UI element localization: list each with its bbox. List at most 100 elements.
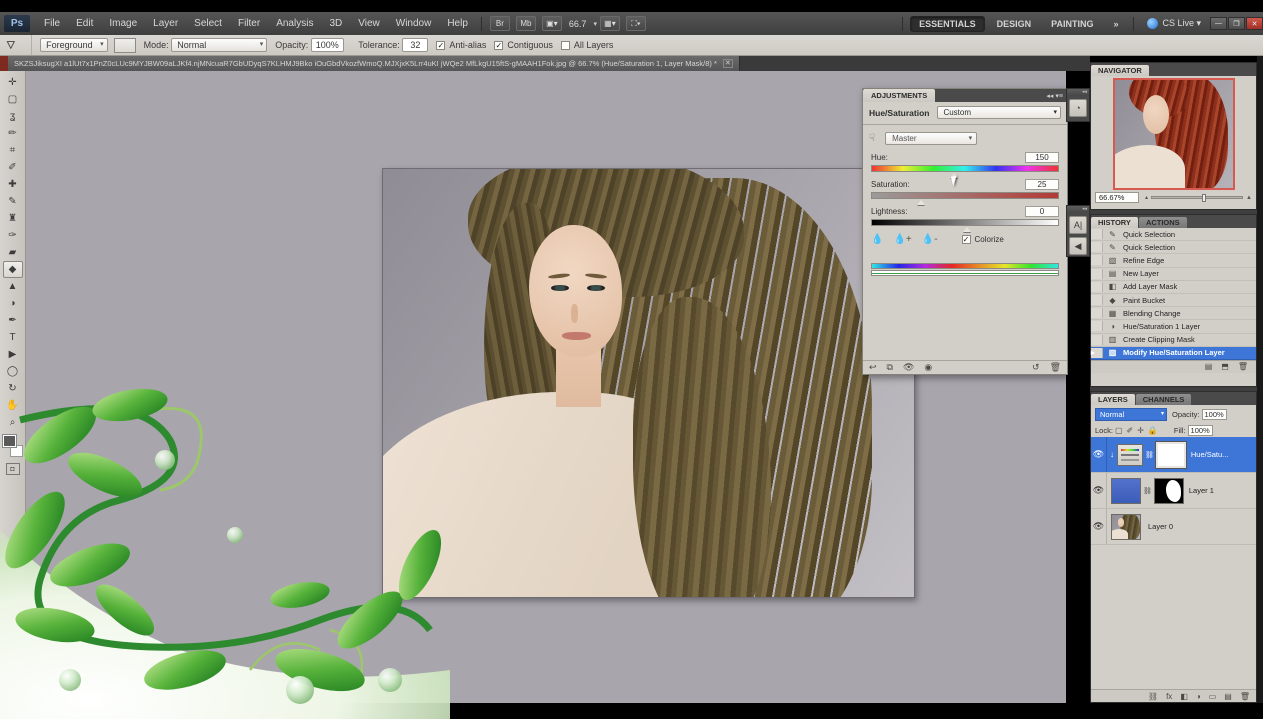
- lock-pixels-icon[interactable]: ✐: [1127, 426, 1134, 435]
- notes-panel-icon[interactable]: ◀: [1069, 237, 1087, 255]
- opacity-arrow-icon[interactable]: ▸: [347, 41, 351, 49]
- new-document-from-state-icon[interactable]: ▤: [1205, 362, 1213, 371]
- add-layer-mask-icon[interactable]: ◧: [1180, 692, 1188, 701]
- tolerance-field[interactable]: 32: [402, 38, 428, 52]
- contiguous-checkbox[interactable]: ✓ Contiguous: [494, 40, 553, 50]
- workspace-design[interactable]: DESIGN: [989, 17, 1040, 31]
- brush-tool[interactable]: ✎: [3, 193, 23, 210]
- eyedropper-subtract-icon[interactable]: 💧-: [922, 234, 938, 245]
- all-layers-checkbox[interactable]: All Layers: [561, 40, 614, 50]
- layer-name[interactable]: Hue/Satu...: [1191, 450, 1229, 459]
- menu-3d[interactable]: 3D: [321, 12, 350, 35]
- quick-selection-tool[interactable]: ✏: [3, 125, 23, 142]
- channel-select[interactable]: Master: [885, 132, 977, 145]
- history-source-checkbox[interactable]: [1091, 269, 1103, 279]
- quick-mask-button[interactable]: ◘: [6, 463, 20, 475]
- arrange-documents-icon[interactable]: ▦▾: [600, 16, 620, 31]
- eyedropper-sample-icon[interactable]: 💧: [871, 234, 883, 245]
- saturation-slider[interactable]: [871, 192, 1059, 199]
- panel-menu-icon[interactable]: ◂◂ ▾≡: [1046, 89, 1067, 102]
- mini-bridge-icon[interactable]: Mb: [516, 16, 536, 31]
- dodge-tool[interactable]: ◑: [3, 295, 23, 312]
- history-brush-tool[interactable]: ✑: [3, 227, 23, 244]
- return-to-list-icon[interactable]: ↩: [869, 362, 877, 373]
- blend-mode-select[interactable]: Normal: [1095, 408, 1167, 421]
- history-state[interactable]: ▥Create Clipping Mask: [1091, 334, 1256, 347]
- menu-view[interactable]: View: [350, 12, 388, 35]
- delete-adjustment-icon[interactable]: 🗑: [1050, 362, 1061, 373]
- lightness-slider[interactable]: [871, 219, 1059, 226]
- masks-panel-icon[interactable]: ◔: [1069, 99, 1087, 117]
- blur-tool[interactable]: ▲: [3, 278, 23, 295]
- healing-brush-tool[interactable]: ✚: [3, 176, 23, 193]
- history-state[interactable]: ◧Add Layer Mask: [1091, 281, 1256, 294]
- scrubby-adjust-icon[interactable]: ☟: [869, 133, 875, 144]
- lightness-slider-thumb[interactable]: [963, 227, 971, 232]
- new-layer-icon[interactable]: ▤: [1224, 692, 1232, 701]
- history-state[interactable]: ▤New Layer: [1091, 268, 1256, 281]
- layer-mask-thumbnail[interactable]: [1154, 478, 1184, 504]
- history-source-checkbox[interactable]: [1091, 229, 1103, 239]
- layer-opacity-field[interactable]: 100%: [1202, 409, 1227, 420]
- visibility-eye-icon[interactable]: 👁: [1091, 473, 1107, 508]
- view-previous-icon[interactable]: ◉: [924, 362, 932, 373]
- history-source-checkbox[interactable]: [1091, 295, 1103, 305]
- clip-to-layer-icon[interactable]: ⧉: [887, 362, 893, 373]
- delete-state-icon[interactable]: 🗑: [1238, 362, 1248, 371]
- history-state[interactable]: ◆Paint Bucket: [1091, 294, 1256, 307]
- zoom-level-control[interactable]: 66.7: [569, 19, 587, 29]
- link-layers-icon[interactable]: ⛓: [1148, 692, 1158, 701]
- color-swatches[interactable]: [3, 435, 23, 457]
- navigator-preview[interactable]: [1115, 80, 1233, 188]
- rotate-view-tool[interactable]: ↻: [3, 380, 23, 397]
- menu-help[interactable]: Help: [439, 12, 476, 35]
- visibility-eye-icon[interactable]: 👁: [1091, 509, 1107, 544]
- hue-value-field[interactable]: 150: [1025, 152, 1059, 163]
- menu-select[interactable]: Select: [186, 12, 230, 35]
- layer-thumbnail[interactable]: [1111, 514, 1141, 540]
- workspace-overflow[interactable]: »: [1105, 17, 1126, 31]
- navigator-zoom-knob[interactable]: [1202, 194, 1206, 202]
- zoom-in-icon[interactable]: ▲: [1246, 195, 1252, 201]
- minimize-button[interactable]: —: [1210, 17, 1227, 30]
- new-adjustment-layer-icon[interactable]: ◑: [1196, 692, 1201, 701]
- move-tool[interactable]: ✛: [3, 74, 23, 91]
- anti-alias-checkbox[interactable]: ✓ Anti-alias: [436, 40, 486, 50]
- navigator-zoom-slider[interactable]: [1151, 196, 1243, 199]
- new-group-icon[interactable]: ▭: [1209, 692, 1217, 701]
- history-source-checkbox[interactable]: [1091, 242, 1103, 252]
- adjustments-tab[interactable]: ADJUSTMENTS: [863, 89, 935, 102]
- history-state[interactable]: ✎Quick Selection: [1091, 241, 1256, 254]
- tab-close-icon[interactable]: ✕: [723, 59, 733, 68]
- layer-name[interactable]: Layer 0: [1148, 522, 1173, 531]
- document-image[interactable]: [382, 168, 915, 598]
- new-snapshot-icon[interactable]: ⬒: [1221, 362, 1229, 371]
- foreground-color-swatch[interactable]: [3, 435, 16, 447]
- zoom-out-icon[interactable]: ▴: [1145, 194, 1148, 201]
- saturation-slider-thumb[interactable]: [917, 200, 925, 205]
- menu-file[interactable]: File: [36, 12, 68, 35]
- lightness-value-field[interactable]: 0: [1025, 206, 1059, 217]
- collapse-arrows-icon[interactable]: ◂◂: [1067, 89, 1089, 96]
- type-tool[interactable]: T: [3, 329, 23, 346]
- history-tab[interactable]: HISTORY: [1091, 217, 1138, 228]
- collapse-arrows-icon[interactable]: ◂◂: [1067, 206, 1089, 213]
- history-source-checkbox[interactable]: ▸: [1091, 348, 1103, 358]
- history-state[interactable]: ✎Quick Selection: [1091, 228, 1256, 241]
- menu-image[interactable]: Image: [101, 12, 145, 35]
- eyedropper-add-icon[interactable]: 💧+: [893, 234, 911, 245]
- channels-tab[interactable]: CHANNELS: [1136, 394, 1192, 405]
- reset-adjustment-icon[interactable]: ↺: [1032, 362, 1040, 373]
- clone-stamp-tool[interactable]: ♜: [3, 210, 23, 227]
- history-state[interactable]: ▧Refine Edge: [1091, 254, 1256, 267]
- history-source-checkbox[interactable]: [1091, 308, 1103, 318]
- marquee-tool[interactable]: ▢: [3, 91, 23, 108]
- lock-all-icon[interactable]: 🔒: [1148, 426, 1158, 435]
- history-state-selected[interactable]: ▸▨Modify Hue/Saturation Layer: [1091, 347, 1256, 360]
- pen-tool[interactable]: ✒: [3, 312, 23, 329]
- workspace-painting[interactable]: PAINTING: [1043, 17, 1101, 31]
- eyedropper-tool[interactable]: ✐: [3, 159, 23, 176]
- workspace-essentials[interactable]: ESSENTIALS: [910, 16, 985, 32]
- layers-tab[interactable]: LAYERS: [1091, 394, 1135, 405]
- history-source-checkbox[interactable]: [1091, 321, 1103, 331]
